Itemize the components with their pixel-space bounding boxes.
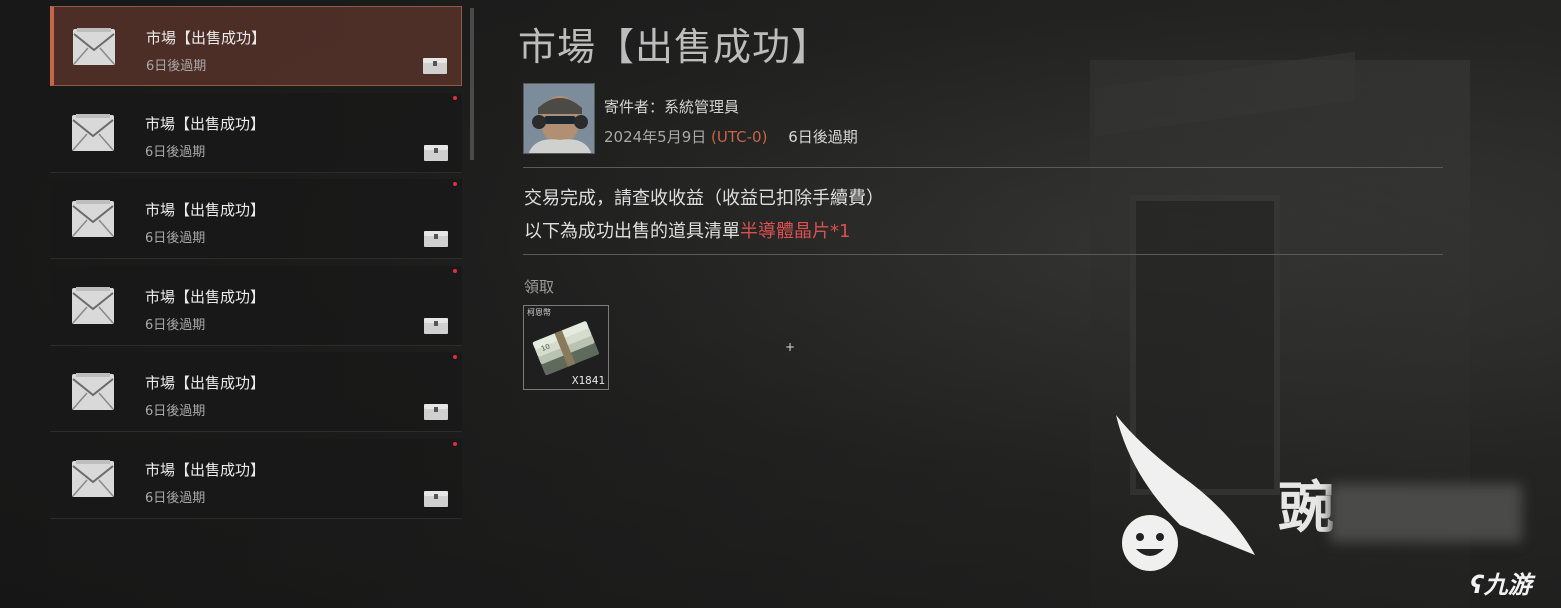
unread-indicator [453,182,457,187]
mail-item-title: 市場【出售成功】 [145,374,266,393]
mail-list-item[interactable]: 市場【出售成功】 6日後過期 [50,179,462,260]
mail-timezone: (UTC-0) [711,128,768,146]
mail-detail-title: 市場【出售成功】 [518,25,831,69]
mail-item-title: 市場【出售成功】 [145,460,266,479]
mail-body-prefix: 以下為成功出售的道具清單 [524,221,740,242]
reward-item-quantity: X1841 [571,374,605,387]
envelope-icon [71,373,115,411]
mail-list-item[interactable]: 市場【出售成功】 6日後過期 [50,352,462,433]
site-logo: ʕ九游 [1470,565,1532,600]
mail-item-expiry: 6日後過期 [145,144,206,160]
chest-icon [423,317,449,335]
mail-body-line-2: 以下為成功出售的道具清單半導體晶片*1 [524,217,850,243]
mail-item-title: 市場【出售成功】 [146,29,267,47]
mail-list-scrollbar[interactable] [470,8,474,160]
mail-item-expiry: 6日後過期 [145,317,206,333]
chest-icon [423,490,449,508]
mail-item-title: 市場【出售成功】 [145,114,266,133]
mail-item-title: 市場【出售成功】 [145,201,266,220]
envelope-icon [71,286,115,325]
site-logo-text: 九游 [1483,571,1532,599]
watermark-logo [1116,415,1255,571]
unread-indicator [453,355,457,360]
mail-item-expiry: 6日後過期 [145,404,206,420]
envelope-icon [71,200,115,238]
mail-item-expiry: 6日後過期 [145,231,206,247]
envelope-icon [71,113,115,152]
mail-item-expiry: 6日後過期 [145,490,206,506]
mail-list-item[interactable]: 市場【出售成功】 6日後過期 [50,92,462,173]
chest-icon [423,230,449,248]
chest-icon [423,144,449,162]
watermark-text: 豌 [1278,476,1336,541]
chest-icon [423,403,449,421]
unread-indicator [453,268,457,273]
divider-bottom [523,254,1443,255]
chest-icon [422,57,448,75]
unread-indicator [453,441,457,446]
mail-item-title: 市場【出售成功】 [145,287,266,306]
mail-expiry-detail: 6日後過期 [788,128,858,146]
watermark-blur [1330,484,1522,542]
sold-item-name: 半導體晶片*1 [740,221,851,242]
mail-list: 市場【出售成功】 6日後過期 市場【出售成功】 6日後過期 市場【出售成功】 6日後過期市… [50,6,464,526]
mail-body-line-1: 交易完成，請查收收益（收益已扣除手續費） [524,188,884,209]
envelope-icon [72,28,116,66]
reward-item-slot[interactable]: 柯恩幣 10 X1841 [523,305,609,390]
divider-top [523,167,1443,168]
mail-date: 2024年5月9日 (UTC-0) 6日後過期 [604,126,858,147]
site-logo-mark: ʕ [1470,571,1484,599]
mail-list-item[interactable]: 市場【出售成功】 6日後過期 [50,265,462,346]
sender-avatar [523,83,595,154]
envelope-icon [71,459,115,498]
mail-date-value: 2024年5月9日 [604,128,707,146]
mail-item-expiry: 6日後過期 [146,59,207,74]
mouse-cursor: + [785,340,796,354]
unread-indicator [453,95,457,100]
sender-name: 寄件者：系統管理員 [604,98,740,116]
mail-list-item[interactable]: 市場【出售成功】 6日後過期 [50,6,462,86]
claim-label: 領取 [524,278,555,296]
mail-list-item[interactable]: 市場【出售成功】 6日後過期 [50,438,462,519]
